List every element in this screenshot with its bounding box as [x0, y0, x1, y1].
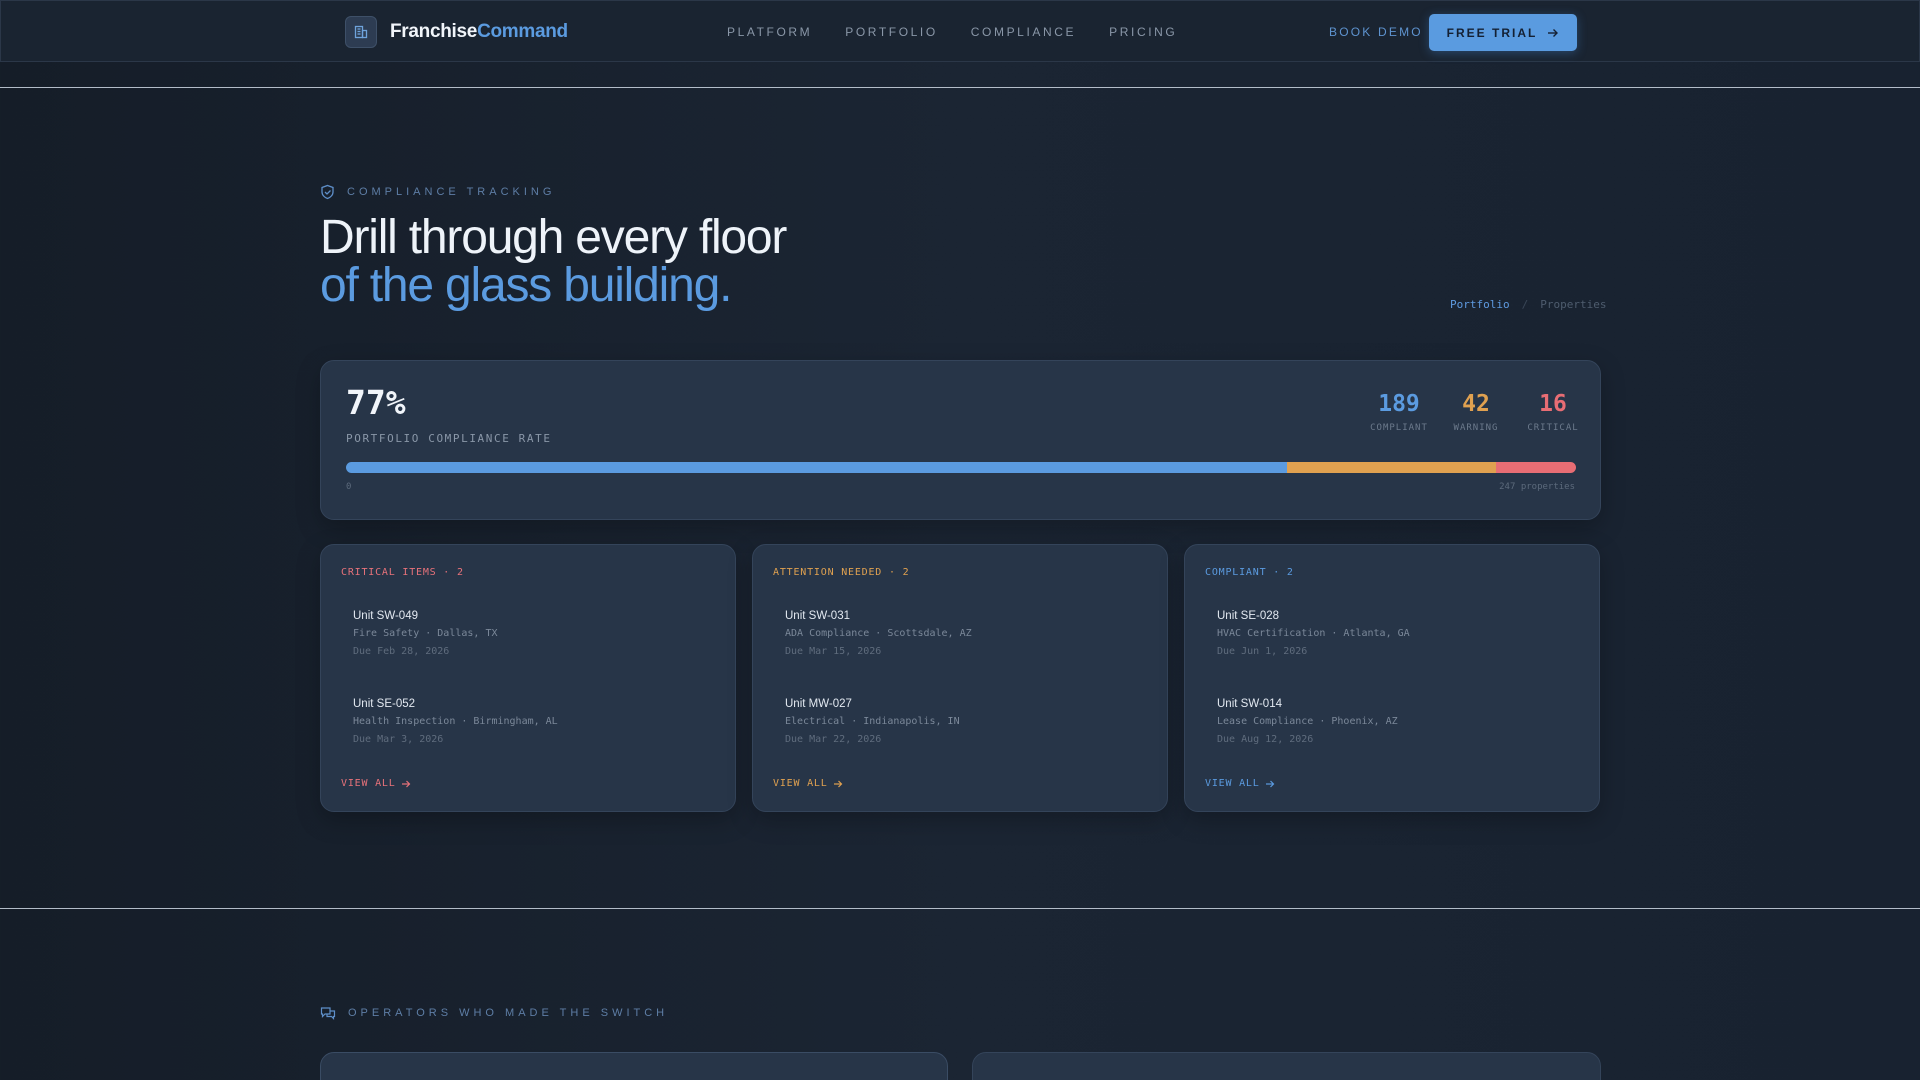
testimonial-card	[320, 1052, 948, 1080]
nav-link-platform[interactable]: PLATFORM	[727, 25, 812, 39]
item-desc: ADA Compliance · Scottsdale, AZ	[785, 628, 972, 639]
item-due: Due Mar 15, 2026	[785, 646, 882, 657]
hero-title: Drill through every floor of the glass b…	[320, 211, 787, 312]
list-item[interactable]: Unit SE-052 Health Inspection · Birmingh…	[353, 698, 558, 745]
item-desc: Health Inspection · Birmingham, AL	[353, 716, 558, 727]
bar-max-label: 247 properties	[1499, 482, 1575, 492]
bar-min-label: 0	[346, 482, 352, 492]
view-all-attention-link[interactable]: VIEW ALL	[773, 778, 843, 789]
free-trial-button[interactable]: FREE TRIAL	[1429, 14, 1577, 51]
arrow-right-icon	[1265, 780, 1274, 787]
arrow-right-icon	[1548, 28, 1559, 37]
attention-needed-title: ATTENTION NEEDED · 2	[773, 567, 910, 578]
item-desc: Fire Safety · Dallas, TX	[353, 628, 498, 639]
compliance-rate-label: PORTFOLIO COMPLIANCE RATE	[346, 432, 552, 445]
stat-warning-value: 42	[1462, 391, 1490, 417]
top-nav: FranchiseCommand PLATFORM PORTFOLIO COMP…	[0, 0, 1920, 62]
compliance-summary-card: 77% PORTFOLIO COMPLIANCE RATE 189 COMPLI…	[320, 360, 1601, 520]
testimonials-eyebrow: OPERATORS WHO MADE THE SWITCH	[320, 1006, 668, 1020]
stat-critical-label: CRITICAL	[1527, 423, 1579, 433]
compliant-card: COMPLIANT · 2 Unit SE-028 HVAC Certifica…	[1184, 544, 1600, 812]
brand-logo[interactable]: FranchiseCommand	[345, 16, 568, 48]
bar-segment-compliant	[346, 462, 1288, 473]
stat-compliant-label: COMPLIANT	[1370, 423, 1428, 433]
item-unit: Unit SE-028	[1217, 610, 1280, 622]
breadcrumb-separator: /	[1521, 298, 1529, 311]
item-due: Due Feb 28, 2026	[353, 646, 450, 657]
item-due: Due Jun 1, 2026	[1217, 646, 1308, 657]
book-demo-link[interactable]: BOOK DEMO	[1329, 25, 1423, 39]
list-item[interactable]: Unit SW-031 ADA Compliance · Scottsdale,…	[785, 610, 972, 657]
item-unit: Unit SE-052	[353, 698, 416, 710]
view-all-label: VIEW ALL	[773, 778, 828, 789]
stat-warning: 42 WARNING	[1441, 391, 1511, 433]
hero-title-line2: of the glass building.	[320, 259, 732, 312]
nav-link-pricing[interactable]: PRICING	[1109, 25, 1177, 39]
item-unit: Unit SW-031	[785, 610, 850, 622]
item-desc: HVAC Certification · Atlanta, GA	[1217, 628, 1410, 639]
stat-critical-value: 16	[1539, 391, 1567, 417]
eyebrow-text: COMPLIANCE TRACKING	[347, 186, 556, 198]
view-all-label: VIEW ALL	[1205, 778, 1260, 789]
free-trial-label: FREE TRIAL	[1446, 25, 1538, 40]
arrow-right-icon	[833, 780, 842, 787]
bar-segment-warning	[1287, 462, 1497, 473]
stat-critical: 16 CRITICAL	[1518, 391, 1588, 433]
breadcrumb-properties[interactable]: Properties	[1540, 298, 1606, 311]
section-divider-top	[0, 87, 1920, 88]
compliance-eyebrow: COMPLIANCE TRACKING	[320, 184, 555, 200]
item-unit: Unit SW-014	[1217, 698, 1282, 710]
arrow-right-icon	[401, 780, 410, 787]
testimonials-eyebrow-text: OPERATORS WHO MADE THE SWITCH	[348, 1007, 669, 1019]
brand-name: FranchiseCommand	[390, 21, 568, 42]
nav-link-compliance[interactable]: COMPLIANCE	[971, 25, 1076, 39]
item-due: Due Mar 22, 2026	[785, 734, 882, 745]
section-divider-bottom	[0, 908, 1920, 909]
item-due: Due Mar 3, 2026	[353, 734, 444, 745]
compliance-rate-value: 77%	[346, 383, 406, 422]
hero-title-line1: Drill through every floor	[320, 211, 787, 264]
compliance-progress-bar	[346, 462, 1576, 473]
attention-needed-card: ATTENTION NEEDED · 2 Unit SW-031 ADA Com…	[752, 544, 1168, 812]
stat-warning-label: WARNING	[1453, 423, 1499, 433]
item-unit: Unit SW-049	[353, 610, 418, 622]
item-unit: Unit MW-027	[785, 698, 852, 710]
critical-items-card: CRITICAL ITEMS · 2 Unit SW-049 Fire Safe…	[320, 544, 736, 812]
shield-check-icon	[321, 184, 334, 200]
item-desc: Lease Compliance · Phoenix, AZ	[1217, 716, 1398, 727]
stat-compliant-value: 189	[1378, 391, 1420, 417]
list-item[interactable]: Unit MW-027 Electrical · Indianapolis, I…	[785, 698, 960, 745]
list-item[interactable]: Unit SW-014 Lease Compliance · Phoenix, …	[1217, 698, 1398, 745]
testimonial-card	[972, 1052, 1601, 1080]
view-all-compliant-link[interactable]: VIEW ALL	[1205, 778, 1275, 789]
breadcrumb-portfolio[interactable]: Portfolio	[1450, 298, 1510, 311]
list-item[interactable]: Unit SE-028 HVAC Certification · Atlanta…	[1217, 610, 1410, 657]
breadcrumb: Portfolio / Properties	[1450, 298, 1606, 311]
view-all-critical-link[interactable]: VIEW ALL	[341, 778, 411, 789]
view-all-label: VIEW ALL	[341, 778, 396, 789]
critical-items-title: CRITICAL ITEMS · 2	[341, 567, 464, 578]
building-icon	[345, 16, 377, 48]
chat-bubbles-icon	[320, 1007, 336, 1020]
main-menu: PLATFORM PORTFOLIO COMPLIANCE PRICING	[727, 25, 1177, 39]
nav-link-portfolio[interactable]: PORTFOLIO	[845, 25, 938, 39]
stat-compliant: 189 COMPLIANT	[1364, 391, 1434, 433]
bar-segment-critical	[1496, 462, 1576, 473]
list-item[interactable]: Unit SW-049 Fire Safety · Dallas, TX Due…	[353, 610, 498, 657]
compliant-title: COMPLIANT · 2	[1205, 567, 1294, 578]
item-due: Due Aug 12, 2026	[1217, 734, 1314, 745]
item-desc: Electrical · Indianapolis, IN	[785, 716, 960, 727]
